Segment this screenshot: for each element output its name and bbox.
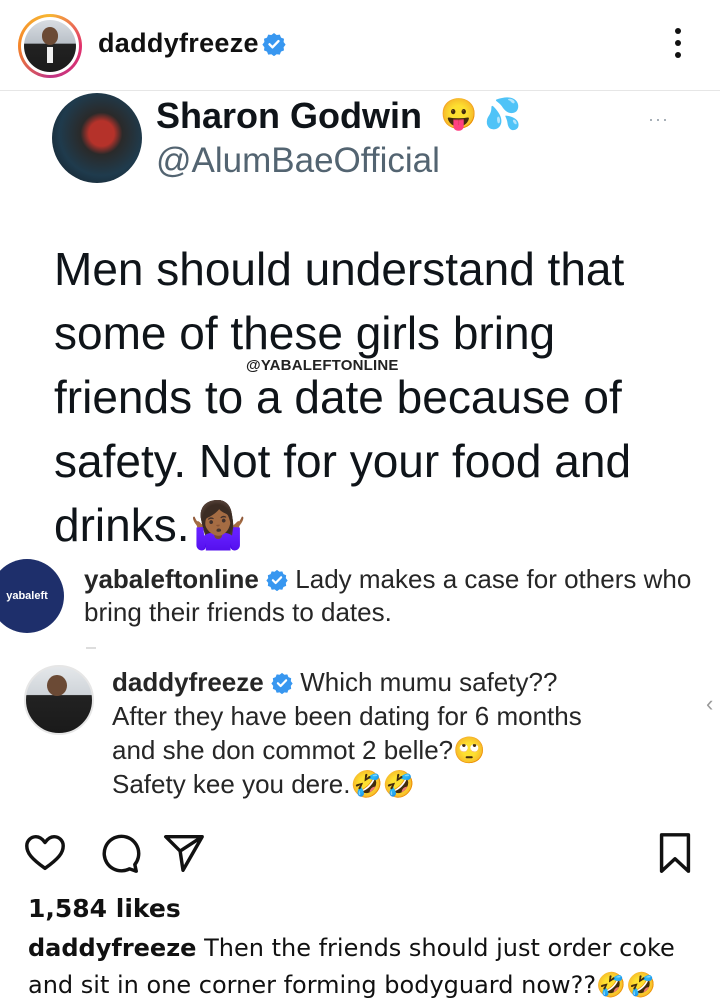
- chevron-left-icon: ‹: [706, 691, 714, 716]
- caption-username[interactable]: daddyfreeze: [28, 934, 196, 962]
- post-image: Sharon Godwin 😛 💦 @AlumBaeOfficial ··· M…: [0, 90, 720, 820]
- tweet-handle: @AlumBaeOfficial: [156, 141, 440, 180]
- bookmark-icon[interactable]: [652, 830, 698, 876]
- likes-count[interactable]: 1,584 likes: [28, 894, 181, 923]
- header-username[interactable]: daddyfreeze: [98, 28, 259, 59]
- tweet-text: Men should understand that some of these…: [54, 243, 632, 551]
- verified-icon: [266, 569, 288, 591]
- tweet-avatar: [52, 93, 142, 183]
- yabaleft-avatar: yabaleft: [0, 559, 64, 633]
- share-icon[interactable]: [160, 830, 206, 876]
- tongue-emoji: 😛: [440, 98, 478, 131]
- profile-avatar[interactable]: [18, 14, 82, 78]
- watermark: @YABALEFTONLINE: [246, 357, 399, 374]
- comment-username: daddyfreeze: [112, 667, 264, 697]
- post-header: daddyfreeze: [0, 0, 720, 90]
- tweet-display-name: Sharon Godwin: [156, 95, 422, 136]
- heart-icon[interactable]: [22, 830, 68, 876]
- comment-icon[interactable]: [96, 830, 142, 876]
- tweet-more-icon: ···: [648, 109, 669, 129]
- sweat-droplets-emoji: 💦: [484, 98, 522, 131]
- comment-daddyfreeze: daddyfreeze Which mumu safety?? After th…: [112, 667, 582, 799]
- shrug-emoji: 🤷🏾‍♀️: [189, 499, 247, 551]
- divider: [86, 647, 96, 649]
- more-icon[interactable]: [668, 28, 688, 64]
- comment-username: yabaleftonline: [84, 564, 259, 594]
- action-bar: [0, 822, 720, 882]
- post-caption: daddyfreeze Then the friends should just…: [28, 930, 708, 1004]
- verified-icon: [262, 33, 286, 56]
- verified-icon: [271, 672, 293, 694]
- comment-yabaleftonline: yabaleftonline Lady makes a case for oth…: [84, 563, 720, 629]
- daddyfreeze-comment-avatar: [24, 665, 94, 735]
